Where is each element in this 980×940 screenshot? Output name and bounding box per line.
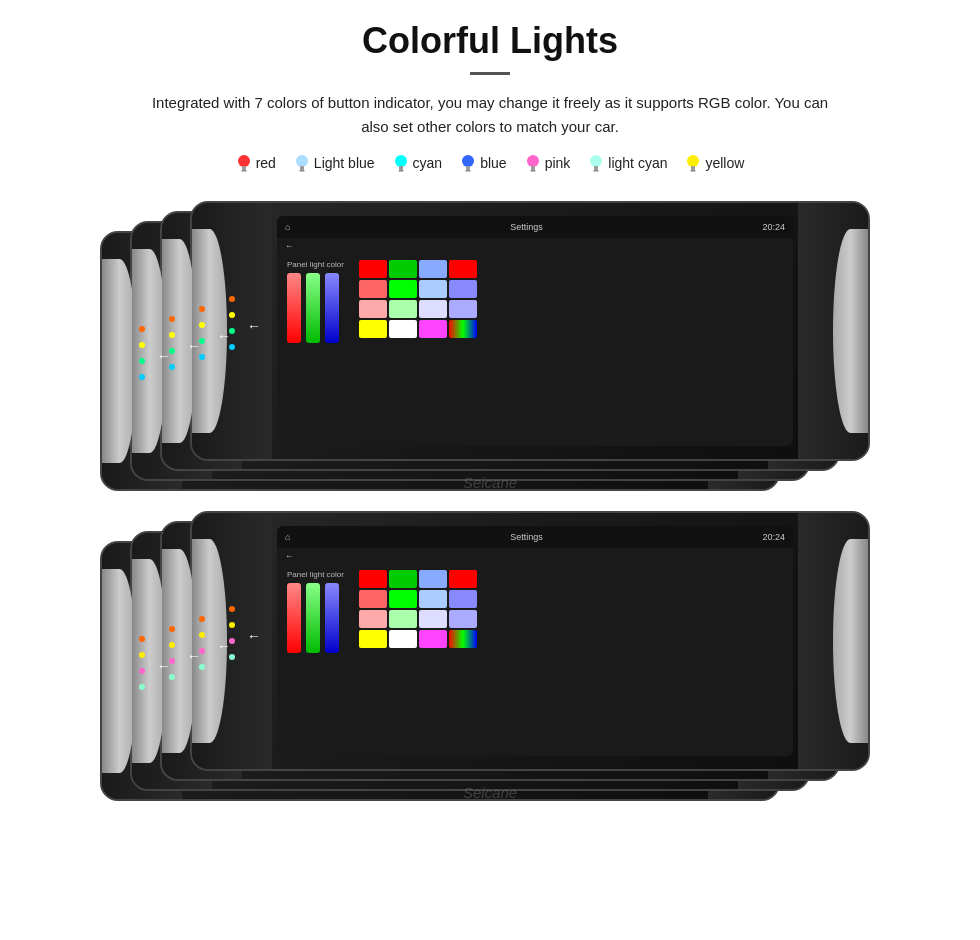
bulb-icon-yellow bbox=[685, 153, 701, 173]
color-label-blue: blue bbox=[480, 155, 506, 171]
svg-rect-4 bbox=[300, 166, 304, 170]
car-unit-1-4: ← ⌂ Settings 20:24 ← Panel light bbox=[190, 201, 870, 461]
bulb-icon-blue bbox=[460, 153, 476, 173]
dot-red-1-1 bbox=[139, 326, 145, 332]
bulb-icon-pink bbox=[525, 153, 541, 173]
dot-1-2-3 bbox=[169, 348, 175, 354]
dot-1-3-4 bbox=[199, 354, 205, 360]
svg-rect-10 bbox=[466, 166, 470, 170]
color-item-pink: pink bbox=[525, 153, 571, 173]
page-container: Colorful Lights Integrated with 7 colors… bbox=[0, 0, 980, 940]
page-title: Colorful Lights bbox=[362, 20, 618, 62]
bulb-icon-lightblue bbox=[294, 153, 310, 173]
description-text: Integrated with 7 colors of button indic… bbox=[140, 91, 840, 139]
dot-cyan-1-1 bbox=[139, 390, 145, 396]
screen-1-4: ⌂ Settings 20:24 ← Panel light color bbox=[277, 216, 793, 446]
svg-point-9 bbox=[462, 155, 474, 167]
unit-row-2: ← ⌂ Settings 20:24 ← Panel light bbox=[40, 501, 940, 811]
watermark-2: Seicane bbox=[463, 784, 517, 801]
dot-yellow-1-1 bbox=[139, 358, 145, 364]
svg-point-12 bbox=[527, 155, 539, 167]
svg-rect-2 bbox=[241, 170, 246, 172]
color-item-lightcyan: light cyan bbox=[588, 153, 667, 173]
color-item-blue: blue bbox=[460, 153, 506, 173]
svg-point-18 bbox=[687, 155, 699, 167]
color-label-lightcyan: light cyan bbox=[608, 155, 667, 171]
dot-orange-1-1 bbox=[139, 342, 145, 348]
svg-point-15 bbox=[590, 155, 602, 167]
dot-1-2-4 bbox=[169, 364, 175, 370]
color-item-yellow: yellow bbox=[685, 153, 744, 173]
dot-1-3-5 bbox=[199, 370, 205, 376]
units-section: ← ⌂ Settings 20:24 ← bbox=[40, 191, 940, 811]
color-item-lightblue: Light blue bbox=[294, 153, 375, 173]
svg-rect-1 bbox=[242, 166, 246, 170]
svg-rect-11 bbox=[466, 170, 471, 172]
car-stack-2: ← ⌂ Settings 20:24 ← Panel light bbox=[100, 511, 880, 801]
left-panel-1-4: ← bbox=[192, 203, 272, 459]
svg-rect-14 bbox=[530, 170, 535, 172]
color-label-cyan: cyan bbox=[413, 155, 443, 171]
dot-1-3-2 bbox=[199, 322, 205, 328]
svg-rect-19 bbox=[691, 166, 695, 170]
watermark-1: Seicane bbox=[463, 474, 517, 491]
svg-rect-7 bbox=[399, 166, 403, 170]
car-stack-1: ← ⌂ Settings 20:24 ← bbox=[100, 201, 880, 491]
bulb-icon-lightcyan bbox=[588, 153, 604, 173]
svg-rect-17 bbox=[594, 170, 599, 172]
svg-point-6 bbox=[395, 155, 407, 167]
svg-point-3 bbox=[296, 155, 308, 167]
bulb-icon-cyan bbox=[393, 153, 409, 173]
title-divider bbox=[470, 72, 510, 75]
color-labels-row: red Light blue cyan bbox=[236, 153, 745, 173]
svg-rect-16 bbox=[594, 166, 598, 170]
svg-rect-20 bbox=[691, 170, 696, 172]
dot-1-2-2 bbox=[169, 332, 175, 338]
color-label-yellow: yellow bbox=[705, 155, 744, 171]
color-label-pink: pink bbox=[545, 155, 571, 171]
color-label-red: red bbox=[256, 155, 276, 171]
color-item-red: red bbox=[236, 153, 276, 173]
dot-1-2-1 bbox=[169, 316, 175, 322]
bulb-icon-red bbox=[236, 153, 252, 173]
svg-point-0 bbox=[238, 155, 250, 167]
svg-rect-8 bbox=[398, 170, 403, 172]
car-unit-2-4: ← ⌂Settings20:24 ← Panel light color bbox=[190, 511, 870, 771]
color-label-lightblue: Light blue bbox=[314, 155, 375, 171]
dot-green-1-1 bbox=[139, 374, 145, 380]
dot-1-2-5 bbox=[169, 380, 175, 386]
svg-rect-5 bbox=[299, 170, 304, 172]
dot-1-3-1 bbox=[199, 306, 205, 312]
color-item-cyan: cyan bbox=[393, 153, 443, 173]
dot-1-3-3 bbox=[199, 338, 205, 344]
unit-row-1: ← ⌂ Settings 20:24 ← bbox=[40, 191, 940, 501]
svg-rect-13 bbox=[531, 166, 535, 170]
